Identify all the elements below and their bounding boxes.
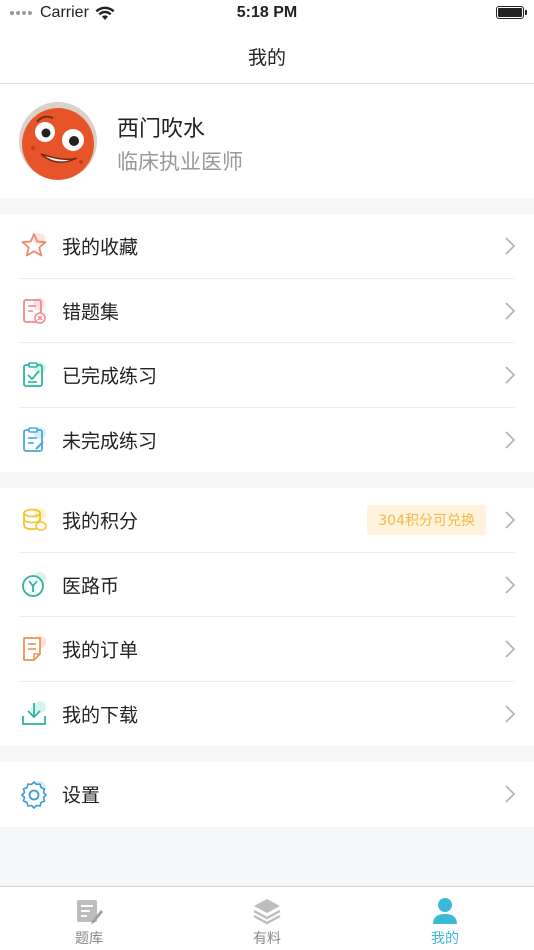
navigation-bar: 我的 <box>0 26 534 84</box>
incomplete-clipboard-icon <box>23 426 46 452</box>
tab-label: 题库 <box>75 931 103 947</box>
status-time: 5:18 PM <box>236 4 298 21</box>
chevron-right-icon <box>505 431 515 449</box>
wrong-questions-icon <box>23 297 46 324</box>
menu-item-favorites[interactable]: 我的收藏 <box>0 214 534 279</box>
layers-icon <box>253 899 281 925</box>
chevron-right-icon <box>505 511 515 529</box>
menu-item-orders[interactable]: 我的订单 <box>0 617 534 682</box>
chevron-right-icon <box>505 785 515 803</box>
menu-item-points[interactable]: 我的积分 304积分可兑换 <box>0 488 534 553</box>
settings-gear-icon <box>21 781 47 810</box>
tab-label: 有料 <box>253 931 281 947</box>
points-badge: 304积分可兑换 <box>367 505 486 536</box>
menu-item-label: 已完成练习 <box>62 365 158 388</box>
tab-label: 我的 <box>431 931 459 947</box>
download-icon <box>22 700 46 725</box>
chevron-right-icon <box>505 302 515 320</box>
menu-item-label: 未完成练习 <box>62 430 158 453</box>
user-icon <box>433 898 457 924</box>
profile-role: 临床执业医师 <box>117 150 243 174</box>
menu-item-label: 医路币 <box>62 575 120 598</box>
menu-item-label: 我的积分 <box>62 510 139 533</box>
menu-item-incomplete-practice[interactable]: 未完成练习 <box>0 408 534 473</box>
profile-name: 西门吹水 <box>117 117 206 142</box>
menu-item-settings[interactable]: 设置 <box>0 762 534 827</box>
menu-group-study: 我的收藏 错题集 已完成练习 未完成练习 <box>0 214 534 472</box>
yilu-coin-icon <box>22 571 46 597</box>
menu-item-downloads[interactable]: 我的下载 <box>0 682 534 747</box>
order-document-icon <box>23 636 46 662</box>
chevron-right-icon <box>505 640 515 658</box>
completed-clipboard-icon <box>23 362 46 388</box>
tab-bar: 题库 有料 我的 <box>0 886 534 950</box>
chevron-right-icon <box>505 705 515 723</box>
menu-group-settings: 设置 <box>0 762 534 827</box>
tab-materials[interactable]: 有料 <box>178 887 356 950</box>
star-icon <box>21 233 47 257</box>
status-bar: Carrier 5:18 PM <box>0 0 534 26</box>
page-title: 我的 <box>247 47 286 69</box>
chevron-right-icon <box>505 237 515 255</box>
menu-item-label: 我的订单 <box>62 639 139 662</box>
menu-item-yilu-coin[interactable]: 医路币 <box>0 553 534 617</box>
menu-item-label: 我的收藏 <box>62 236 139 259</box>
tab-question-bank[interactable]: 题库 <box>0 887 178 950</box>
tab-mine[interactable]: 我的 <box>356 887 534 950</box>
chevron-right-icon <box>505 366 515 384</box>
menu-item-label: 我的下载 <box>62 704 139 727</box>
profile-card[interactable]: 西门吹水 临床执业医师 <box>0 84 534 198</box>
avatar[interactable] <box>19 102 97 180</box>
menu-item-label: 错题集 <box>62 301 120 324</box>
menu-item-completed-practice[interactable]: 已完成练习 <box>0 343 534 408</box>
coins-icon <box>23 508 47 532</box>
menu-item-wrong-questions[interactable]: 错题集 <box>0 279 534 343</box>
question-bank-icon <box>77 900 103 924</box>
battery-icon <box>496 6 527 19</box>
menu-group-account: 我的积分 304积分可兑换 医路币 我的订单 我的下载 <box>0 488 534 746</box>
menu-item-label: 设置 <box>62 784 101 807</box>
chevron-right-icon <box>505 576 515 594</box>
